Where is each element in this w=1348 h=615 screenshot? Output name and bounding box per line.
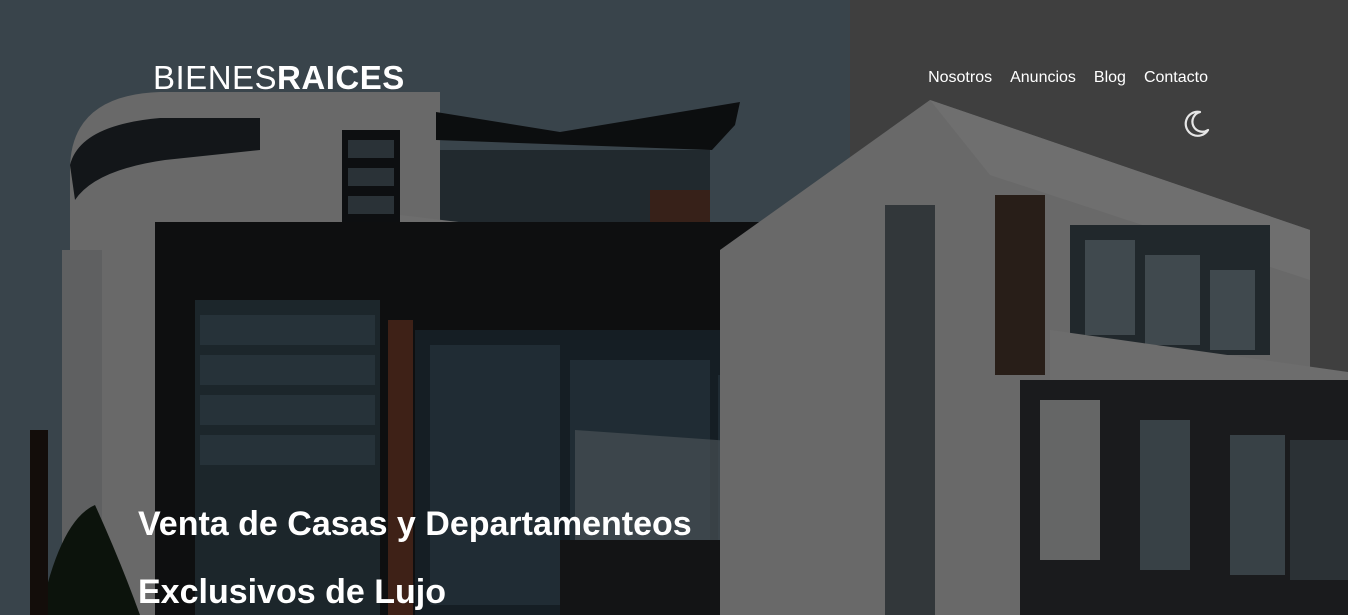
moon-icon [1184,110,1210,137]
hero-headline-line-1: Venta de Casas y Departamenteos [138,505,692,543]
main-navigation: Nosotros Anuncios Blog Contacto [928,68,1208,88]
logo-bold-text: RAICES [277,59,405,96]
logo-light-text: BIENES [153,59,278,96]
hero-headline: Venta de Casas y Departamenteos Exclusiv… [138,490,838,615]
nav-link-nosotros[interactable]: Nosotros [928,68,992,88]
hero-headline-line-2: Exclusivos de Lujo [138,573,446,611]
site-logo[interactable]: BIENESRAICES [153,58,405,98]
hero-section: BIENESRAICES Nosotros Anuncios Blog Cont… [0,0,1348,615]
nav-link-contacto[interactable]: Contacto [1144,68,1208,88]
nav-link-blog[interactable]: Blog [1094,68,1126,88]
nav-link-anuncios[interactable]: Anuncios [1010,68,1076,88]
dark-mode-toggle[interactable] [1180,108,1212,140]
